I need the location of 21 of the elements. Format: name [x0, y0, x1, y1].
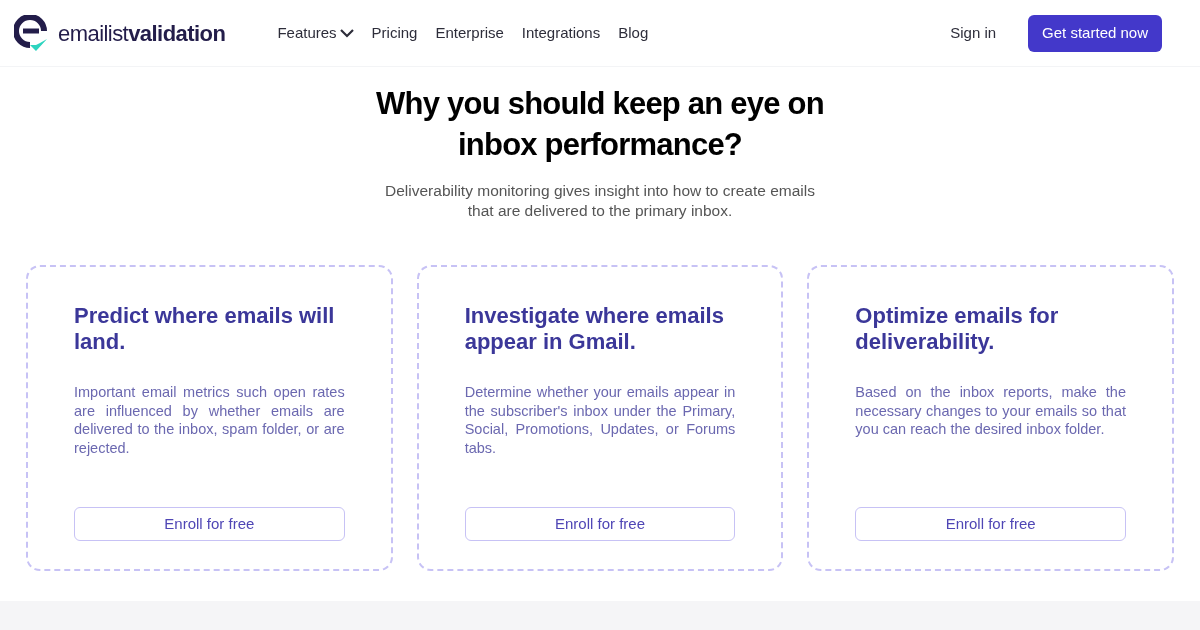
get-started-button[interactable]: Get started now	[1028, 14, 1162, 52]
section-heading: Why you should keep an eye on inbox performance?	[375, 85, 825, 164]
sign-in-link[interactable]: Sign in	[950, 21, 997, 45]
card-description: Determine whether your emails appear in the subscriber's inbox under the Primary, Social, Promotions, Updates, or Forums tabs.	[464, 383, 736, 457]
enroll-button[interactable]: Enroll for free	[464, 507, 736, 541]
enroll-button[interactable]: Enroll for free	[74, 507, 345, 541]
features-menu[interactable]: Features	[277, 21, 354, 45]
logo-icon[interactable]	[14, 15, 48, 51]
nav-link[interactable]: Blog	[618, 21, 649, 45]
enroll-button[interactable]: Enroll for free	[855, 507, 1126, 541]
card-description: Important email metrics such open rates are influenced by whether emails are delivered to the inbox, spam folder, or are rejected.	[74, 383, 345, 457]
brand-name[interactable]: emailistvalidation	[58, 16, 226, 50]
card-description: Based on the inbox reports, make the necessary changes to your emails so that you can reach the desired inbox folder.	[855, 383, 1126, 439]
card-title: Optimize emails for deliverability.	[855, 303, 1060, 355]
card-title: Predict where emails will land.	[74, 303, 336, 355]
nav-link[interactable]: Integrations	[521, 21, 601, 45]
nav-link[interactable]: Pricing	[371, 21, 418, 45]
card-title: Investigate where emails appear in Gmail.	[464, 303, 725, 355]
chevron-down-icon	[339, 28, 354, 38]
section-subheading: Deliverability monitoring gives insight into how to create emails that are delivered to the primary inbox.	[384, 181, 816, 221]
nav-link[interactable]: Enterprise	[435, 21, 504, 45]
